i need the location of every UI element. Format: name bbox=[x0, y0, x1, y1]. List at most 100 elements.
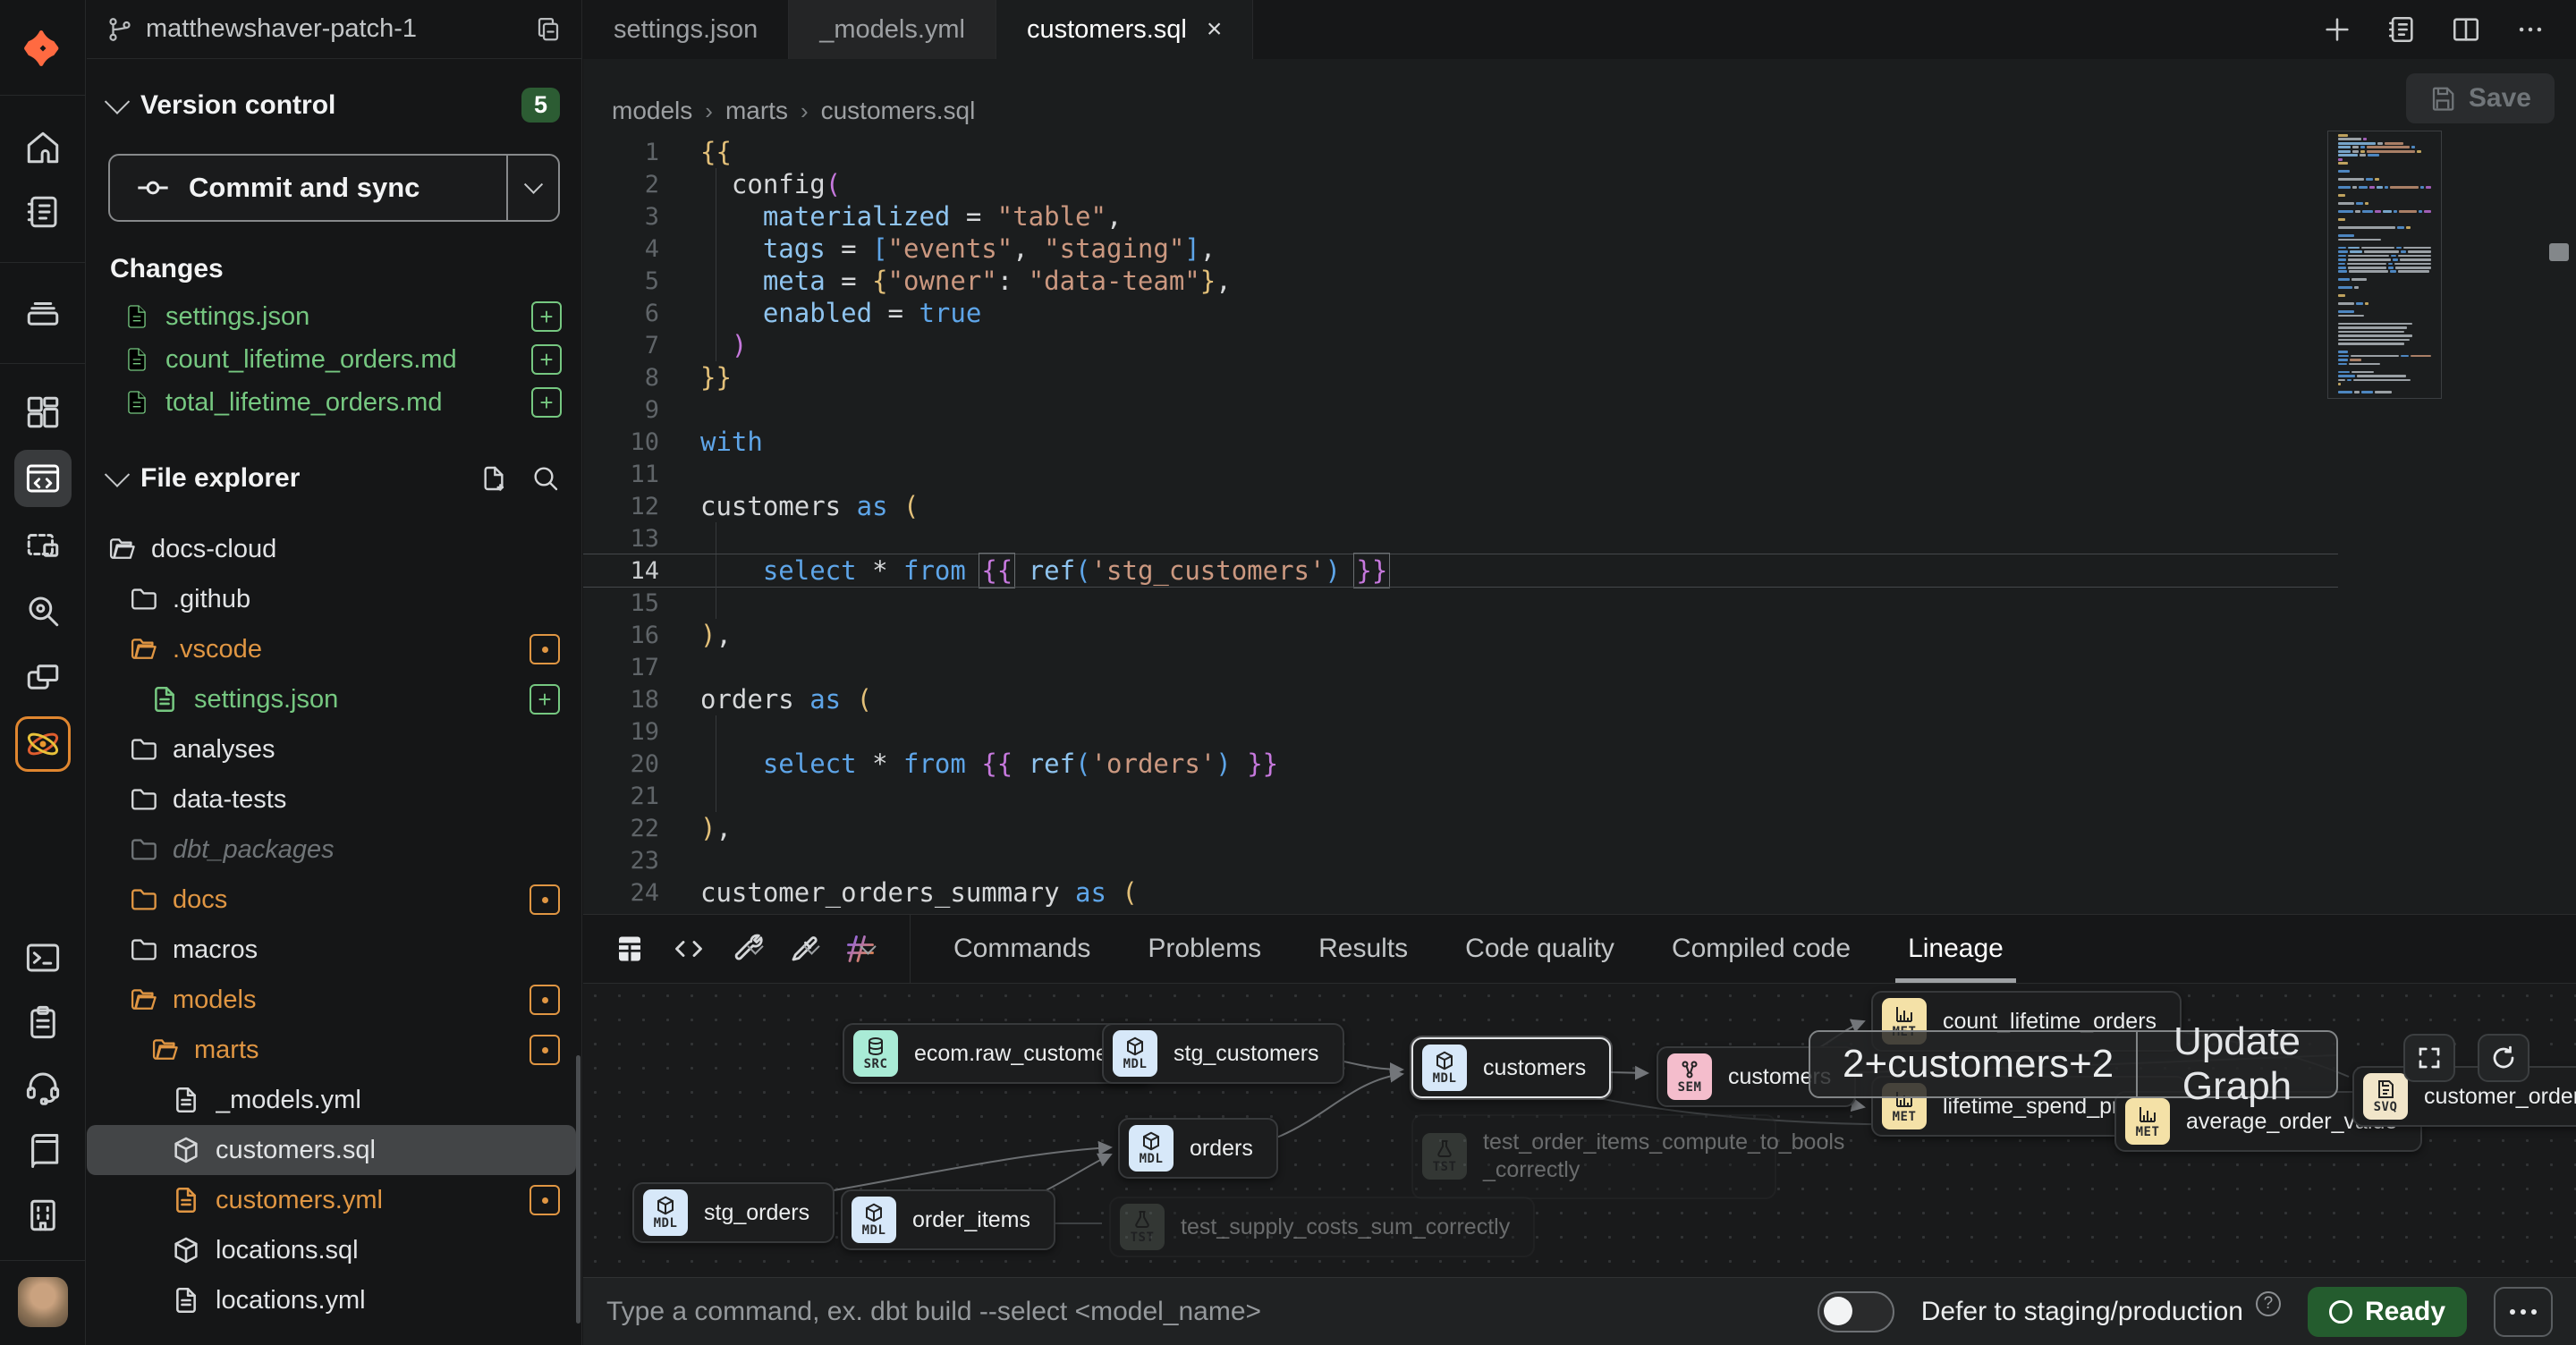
tab-settings-json[interactable]: settings.json bbox=[583, 0, 789, 59]
code-line-9[interactable]: 9 bbox=[583, 393, 2576, 426]
tree-item-analyses[interactable]: analyses bbox=[87, 724, 576, 774]
code-line-16[interactable]: 16), bbox=[583, 619, 2576, 651]
code-line-22[interactable]: 22), bbox=[583, 812, 2576, 844]
code-line-17[interactable]: 17 bbox=[583, 651, 2576, 683]
tree-item-locations-sql[interactable]: locations.sql bbox=[87, 1225, 576, 1275]
fullscreen-button[interactable] bbox=[2403, 1034, 2455, 1082]
clipboard-icon[interactable] bbox=[14, 994, 72, 1051]
breadcrumb-item[interactable]: marts bbox=[725, 97, 788, 125]
version-control-header[interactable]: Version control 5 bbox=[108, 88, 560, 123]
save-button[interactable]: Save bbox=[2406, 73, 2555, 123]
code-line-4[interactable]: 4 tags = ["events", "staging"], bbox=[583, 233, 2576, 265]
tree-item-macros[interactable]: macros bbox=[87, 925, 576, 975]
search-icon[interactable] bbox=[531, 464, 560, 493]
code-line-23[interactable]: 23 bbox=[583, 844, 2576, 876]
copy-icon[interactable] bbox=[535, 16, 562, 43]
tree-item-locations-yml[interactable]: locations.yml bbox=[87, 1275, 576, 1325]
tree-item-docs-cloud[interactable]: docs-cloud bbox=[87, 524, 576, 574]
panel-tab-code-quality[interactable]: Code quality bbox=[1465, 915, 1614, 983]
code-line-7[interactable]: 7 ) bbox=[583, 329, 2576, 361]
minimap[interactable] bbox=[2338, 134, 2431, 394]
status-badge[interactable]: Ready bbox=[2308, 1287, 2467, 1337]
atom-ai-icon[interactable] bbox=[15, 716, 71, 772]
changed-file-row[interactable]: total_lifetime_orders.md+ bbox=[110, 381, 562, 424]
lineage-node-test-supply-costs-sum-correctly[interactable]: TSTtest_supply_costs_sum_correctly bbox=[1109, 1197, 1535, 1257]
code-line-19[interactable]: 19 bbox=[583, 715, 2576, 748]
tab-customers-sql[interactable]: customers.sql× bbox=[996, 0, 1253, 59]
code-line-21[interactable]: 21 bbox=[583, 780, 2576, 812]
ai-assist-menu[interactable] bbox=[844, 933, 874, 965]
code-line-11[interactable]: 11 bbox=[583, 458, 2576, 490]
stack-icon[interactable] bbox=[14, 284, 72, 342]
sidebar-scrollbar[interactable] bbox=[576, 1055, 580, 1324]
code-line-5[interactable]: 5 meta = {"owner": "data-team"}, bbox=[583, 265, 2576, 297]
tree-item-docs[interactable]: docs bbox=[87, 875, 576, 925]
more-options-icon[interactable] bbox=[2515, 14, 2546, 45]
book-icon[interactable] bbox=[14, 1122, 72, 1180]
query-search-icon[interactable] bbox=[14, 582, 72, 639]
tree-item-customers-yml[interactable]: customers.yml bbox=[87, 1175, 576, 1225]
tree-item-data-tests[interactable]: data-tests bbox=[87, 774, 576, 825]
code-editor[interactable]: models › marts › customers.sql Save 1{{2… bbox=[583, 59, 2576, 914]
dbt-logo-icon[interactable] bbox=[14, 20, 72, 77]
tree-item-settings-json[interactable]: settings.json+ bbox=[87, 674, 576, 724]
close-icon[interactable]: × bbox=[1207, 14, 1223, 45]
code-line-14[interactable]: 14 select * from {{ ref('stg_customers')… bbox=[583, 554, 2576, 587]
grid-icon[interactable] bbox=[14, 384, 72, 441]
tree-item-marts[interactable]: marts bbox=[87, 1025, 576, 1075]
headset-icon[interactable] bbox=[14, 1058, 72, 1115]
refresh-button[interactable] bbox=[2478, 1034, 2529, 1082]
file-explorer-header[interactable]: File explorer bbox=[108, 463, 560, 494]
panel-tab-commands[interactable]: Commands bbox=[953, 915, 1090, 983]
results-table-icon[interactable] bbox=[614, 933, 646, 965]
lineage-node-stg-customers[interactable]: MDLstg_customers bbox=[1102, 1023, 1344, 1084]
panel-tab-compiled-code[interactable]: Compiled code bbox=[1672, 915, 1851, 983]
branch-name[interactable]: matthewshaver-patch-1 bbox=[146, 14, 522, 44]
help-icon[interactable]: ? bbox=[2256, 1291, 2281, 1316]
new-tab-icon[interactable] bbox=[2322, 14, 2352, 45]
tab--models-yml[interactable]: _models.yml bbox=[789, 0, 996, 59]
code-line-3[interactable]: 3 materialized = "table", bbox=[583, 200, 2576, 233]
tree-item-models[interactable]: models bbox=[87, 975, 576, 1025]
tree-item--models-yml[interactable]: _models.yml bbox=[87, 1075, 576, 1125]
commit-and-sync-button[interactable]: Commit and sync bbox=[108, 154, 560, 222]
terminal-icon[interactable] bbox=[14, 929, 72, 986]
lineage-node-customers[interactable]: MDLcustomers bbox=[1411, 1037, 1611, 1098]
code-line-8[interactable]: 8}} bbox=[583, 361, 2576, 393]
code-line-12[interactable]: 12customers as ( bbox=[583, 490, 2576, 522]
format-menu[interactable] bbox=[788, 933, 818, 965]
code-editor-icon[interactable] bbox=[14, 450, 72, 507]
code-line-20[interactable]: 20 select * from {{ ref('orders') }} bbox=[583, 748, 2576, 780]
breadcrumb-item[interactable]: customers.sql bbox=[821, 97, 976, 125]
code-line-24[interactable]: 24customer_orders_summary as ( bbox=[583, 876, 2576, 909]
notebook-panel-icon[interactable] bbox=[2386, 14, 2417, 45]
tree-item-customers-sql[interactable]: customers.sql bbox=[87, 1125, 576, 1175]
changed-file-row[interactable]: count_lifetime_orders.md+ bbox=[110, 338, 562, 381]
panel-tab-results[interactable]: Results bbox=[1318, 915, 1408, 983]
update-graph-button[interactable]: Update Graph bbox=[2138, 1019, 2336, 1109]
lineage-selector-overlay[interactable]: 2+customers+2 Update Graph bbox=[1809, 1030, 2338, 1098]
code-lines[interactable]: 1{{2 config(3 materialized = "table",4 t… bbox=[583, 136, 2576, 909]
avatar[interactable] bbox=[14, 1273, 72, 1331]
build-tools-menu[interactable] bbox=[732, 933, 761, 965]
lineage-node-test-order-items-compute-to-bools-correctly[interactable]: TSTtest_order_items_compute_to_bools _co… bbox=[1411, 1114, 1776, 1199]
lineage-canvas[interactable]: SRCecom.raw_customersMDLstg_customersMDL… bbox=[583, 984, 2576, 1277]
code-line-10[interactable]: 10with bbox=[583, 426, 2576, 458]
code-line-2[interactable]: 2 config( bbox=[583, 168, 2576, 200]
lineage-node-customer-order-metrics[interactable]: SVQcustomer_order_metrics bbox=[2352, 1066, 2576, 1127]
split-editor-icon[interactable] bbox=[2451, 14, 2481, 45]
lineage-node-stg-orders[interactable]: MDLstg_orders bbox=[632, 1182, 835, 1243]
canvas-icon[interactable] bbox=[14, 516, 72, 573]
code-icon[interactable] bbox=[673, 933, 705, 965]
new-file-icon[interactable] bbox=[479, 464, 508, 493]
code-line-15[interactable]: 15 bbox=[583, 587, 2576, 619]
panel-tab-lineage[interactable]: Lineage bbox=[1908, 915, 2004, 983]
code-line-13[interactable]: 13 bbox=[583, 522, 2576, 554]
panel-tab-problems[interactable]: Problems bbox=[1148, 915, 1261, 983]
code-line-6[interactable]: 6 enabled = true bbox=[583, 297, 2576, 329]
lineage-node-order-items[interactable]: MDLorder_items bbox=[841, 1189, 1055, 1250]
changed-file-row[interactable]: settings.json+ bbox=[110, 295, 562, 338]
command-input[interactable] bbox=[606, 1297, 1791, 1327]
more-actions-button[interactable] bbox=[2494, 1287, 2553, 1337]
tree-item-dbt-packages[interactable]: dbt_packages bbox=[87, 825, 576, 875]
